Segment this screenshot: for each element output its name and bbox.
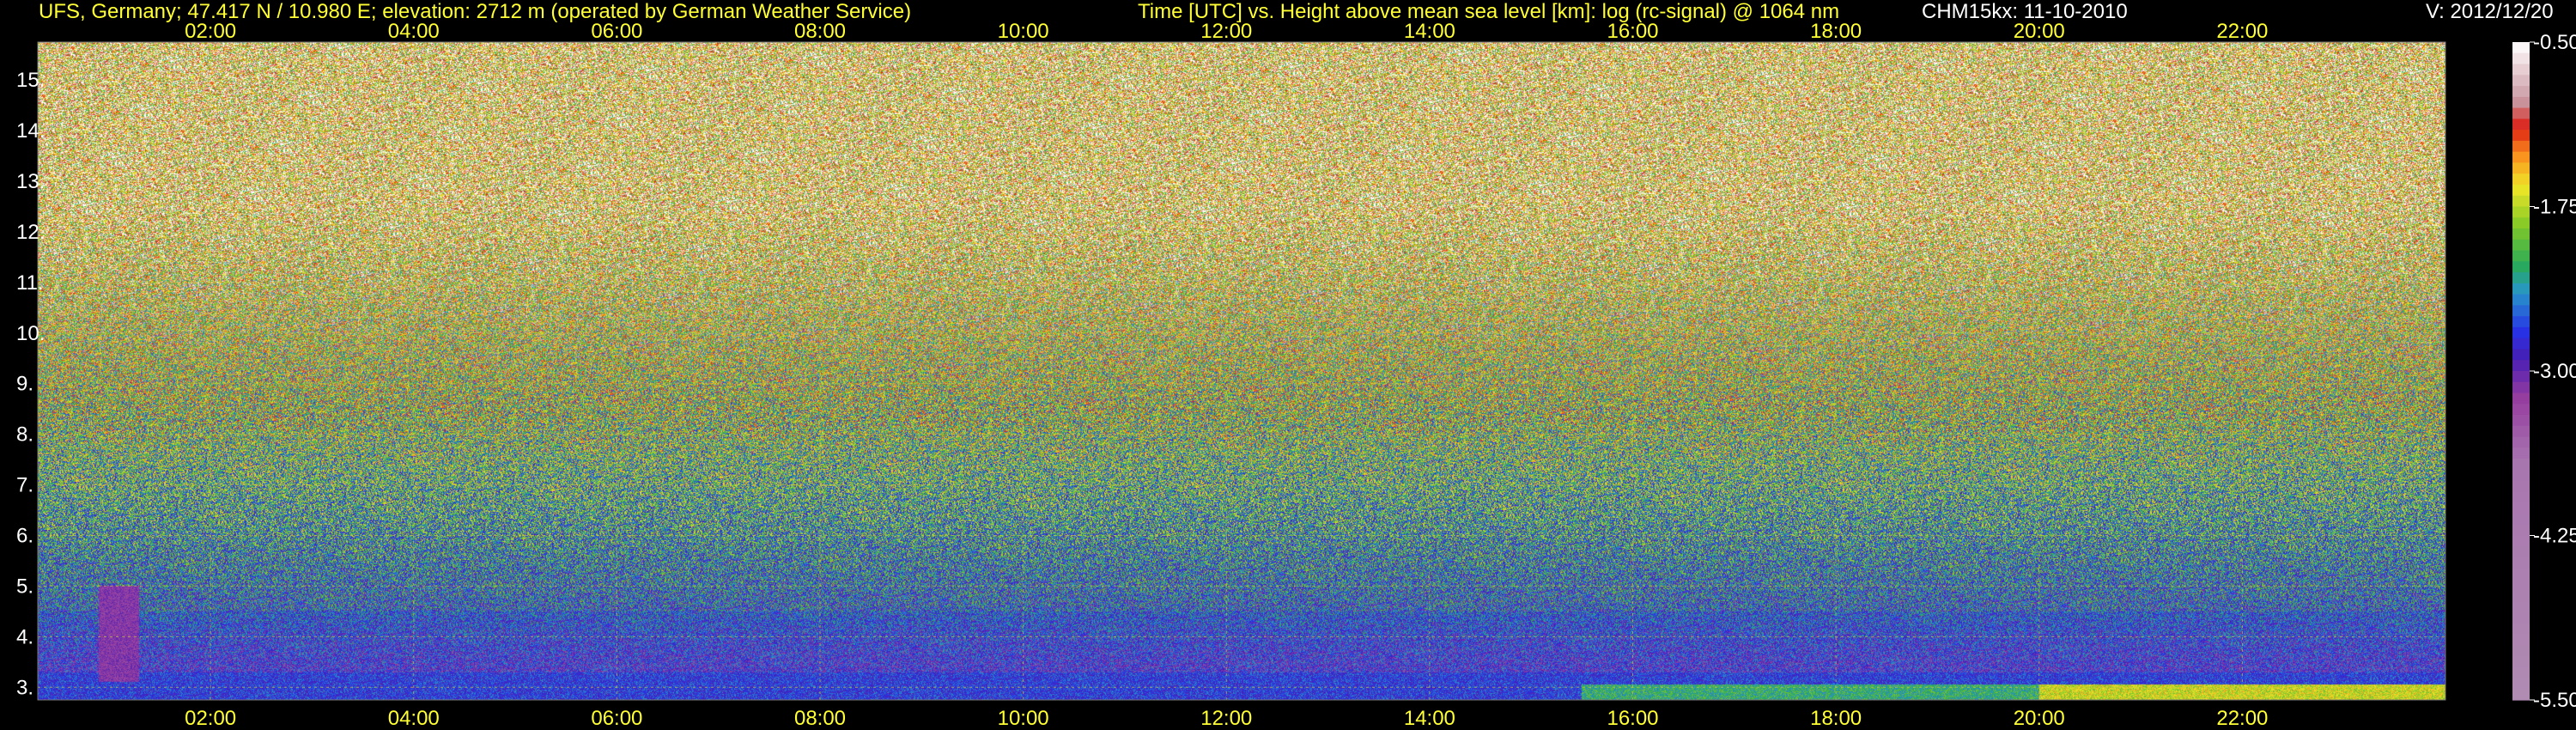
colorbar-tick-label: -1.75 bbox=[2533, 196, 2576, 219]
colorbar-segment bbox=[2512, 130, 2530, 142]
colorbar-segment bbox=[2512, 228, 2530, 240]
colorbar-segment bbox=[2512, 349, 2530, 361]
y-tick-label: 7. bbox=[16, 474, 33, 497]
colorbar-tick-label: -0.50 bbox=[2533, 31, 2576, 54]
colorbar-segment bbox=[2512, 579, 2530, 591]
colorbar-segment bbox=[2512, 655, 2530, 668]
colorbar-segment bbox=[2512, 611, 2530, 624]
colorbar-segment bbox=[2512, 107, 2530, 119]
y-tick-label: 9. bbox=[16, 373, 33, 396]
colorbar-segment bbox=[2512, 459, 2530, 471]
y-tick-label: 10. bbox=[16, 322, 45, 345]
colorbar-segment bbox=[2512, 250, 2530, 262]
colorbar-segment bbox=[2512, 404, 2530, 416]
x-tick-label-bottom: 20:00 bbox=[2014, 707, 2065, 730]
x-tick-label-bottom: 16:00 bbox=[1607, 707, 1658, 730]
colorbar-segment bbox=[2512, 392, 2530, 405]
signal-heatmap bbox=[38, 42, 2445, 700]
colorbar-segment bbox=[2512, 513, 2530, 526]
instrument-date: CHM15kx: 11-10-2010 bbox=[1922, 0, 2128, 23]
colorbar-segment bbox=[2512, 151, 2530, 164]
colorbar-segment bbox=[2512, 184, 2530, 197]
colorbar-tick-label: -3.00 bbox=[2533, 360, 2576, 383]
colorbar-segment bbox=[2512, 360, 2530, 372]
colorbar-segment bbox=[2512, 75, 2530, 87]
colorbar-segment bbox=[2512, 294, 2530, 306]
colorbar-segment bbox=[2512, 86, 2530, 98]
x-tick-label-bottom: 10:00 bbox=[998, 707, 1049, 730]
colorbar-segment bbox=[2512, 447, 2530, 459]
x-tick-label-bottom: 04:00 bbox=[388, 707, 440, 730]
colorbar-segment bbox=[2512, 535, 2530, 547]
y-tick-label: 8. bbox=[16, 423, 33, 447]
colorbar-segment bbox=[2512, 52, 2530, 65]
colorbar-segment bbox=[2512, 173, 2530, 186]
colorbar-segment bbox=[2512, 666, 2530, 679]
colorbar-segment bbox=[2512, 272, 2530, 284]
colorbar-segment bbox=[2512, 140, 2530, 153]
y-tick-label: 11. bbox=[16, 271, 44, 295]
y-tick-label: 6. bbox=[16, 525, 33, 548]
x-tick-label-top: 10:00 bbox=[998, 20, 1049, 43]
y-tick-label: 4. bbox=[16, 625, 33, 648]
x-tick-label-bottom: 02:00 bbox=[185, 707, 236, 730]
colorbar-tick-label: -4.25 bbox=[2533, 525, 2576, 548]
colorbar-segment bbox=[2512, 415, 2530, 427]
colorbar-segment bbox=[2512, 195, 2530, 208]
x-tick-label-bottom: 18:00 bbox=[1810, 707, 1862, 730]
colorbar-tick-label: -5.50 bbox=[2533, 689, 2576, 712]
colorbar-segment bbox=[2512, 546, 2530, 558]
colorbar-segment bbox=[2512, 524, 2530, 537]
colorbar-segment bbox=[2512, 64, 2530, 76]
version-label: V: 2012/12/20 bbox=[2426, 0, 2554, 23]
lidar-chart: 02:0002:0004:0004:0006:0006:0008:0008:00… bbox=[0, 0, 2576, 730]
colorbar-segment bbox=[2512, 305, 2530, 317]
colorbar-segment bbox=[2512, 634, 2530, 646]
y-tick-label: 14. bbox=[16, 119, 45, 143]
colorbar-segment bbox=[2512, 381, 2530, 394]
x-tick-label-bottom: 06:00 bbox=[591, 707, 642, 730]
x-tick-label-bottom: 08:00 bbox=[794, 707, 846, 730]
colorbar-segment bbox=[2512, 557, 2530, 569]
colorbar-segment bbox=[2512, 119, 2530, 131]
x-tick-label-bottom: 12:00 bbox=[1200, 707, 1252, 730]
colorbar-segment bbox=[2512, 425, 2530, 438]
colorbar-segment bbox=[2512, 162, 2530, 174]
colorbar-segment bbox=[2512, 480, 2530, 493]
colorbar-segment bbox=[2512, 502, 2530, 514]
colorbar-segment bbox=[2512, 217, 2530, 229]
y-tick-label: 13. bbox=[16, 170, 45, 193]
y-tick-label: 5. bbox=[16, 575, 33, 598]
colorbar-segment bbox=[2512, 316, 2530, 328]
colorbar-segment bbox=[2512, 371, 2530, 383]
plot-area bbox=[38, 42, 2445, 700]
colorbar-segment bbox=[2512, 678, 2530, 690]
colorbar-segment bbox=[2512, 338, 2530, 350]
colorbar-segment bbox=[2512, 42, 2530, 54]
colorbar-segment bbox=[2512, 689, 2530, 701]
x-tick-label-top: 22:00 bbox=[2216, 20, 2268, 43]
colorbar-segment bbox=[2512, 96, 2530, 109]
colorbar-segment bbox=[2512, 283, 2530, 295]
colorbar-segment bbox=[2512, 239, 2530, 252]
chart-title: Time [UTC] vs. Height above mean sea lev… bbox=[1138, 0, 1840, 23]
colorbar-segment bbox=[2512, 261, 2530, 273]
y-tick-label: 3. bbox=[16, 676, 33, 699]
colorbar-segment bbox=[2512, 206, 2530, 218]
colorbar-segment bbox=[2512, 326, 2530, 339]
x-tick-label-bottom: 14:00 bbox=[1404, 707, 1455, 730]
colorbar-segment bbox=[2512, 590, 2530, 602]
station-info: UFS, Germany; 47.417 N / 10.980 E; eleva… bbox=[39, 0, 912, 23]
colorbar-segment bbox=[2512, 568, 2530, 581]
colorbar-segment bbox=[2512, 645, 2530, 657]
y-tick-label: 15. bbox=[16, 69, 45, 92]
colorbar-segment bbox=[2512, 601, 2530, 613]
y-tick-label: 12. bbox=[16, 221, 45, 244]
colorbar-segment bbox=[2512, 436, 2530, 448]
colorbar-segment bbox=[2512, 469, 2530, 482]
colorbar-segment bbox=[2512, 491, 2530, 503]
colorbar-segment bbox=[2512, 623, 2530, 635]
x-tick-label-bottom: 22:00 bbox=[2216, 707, 2268, 730]
